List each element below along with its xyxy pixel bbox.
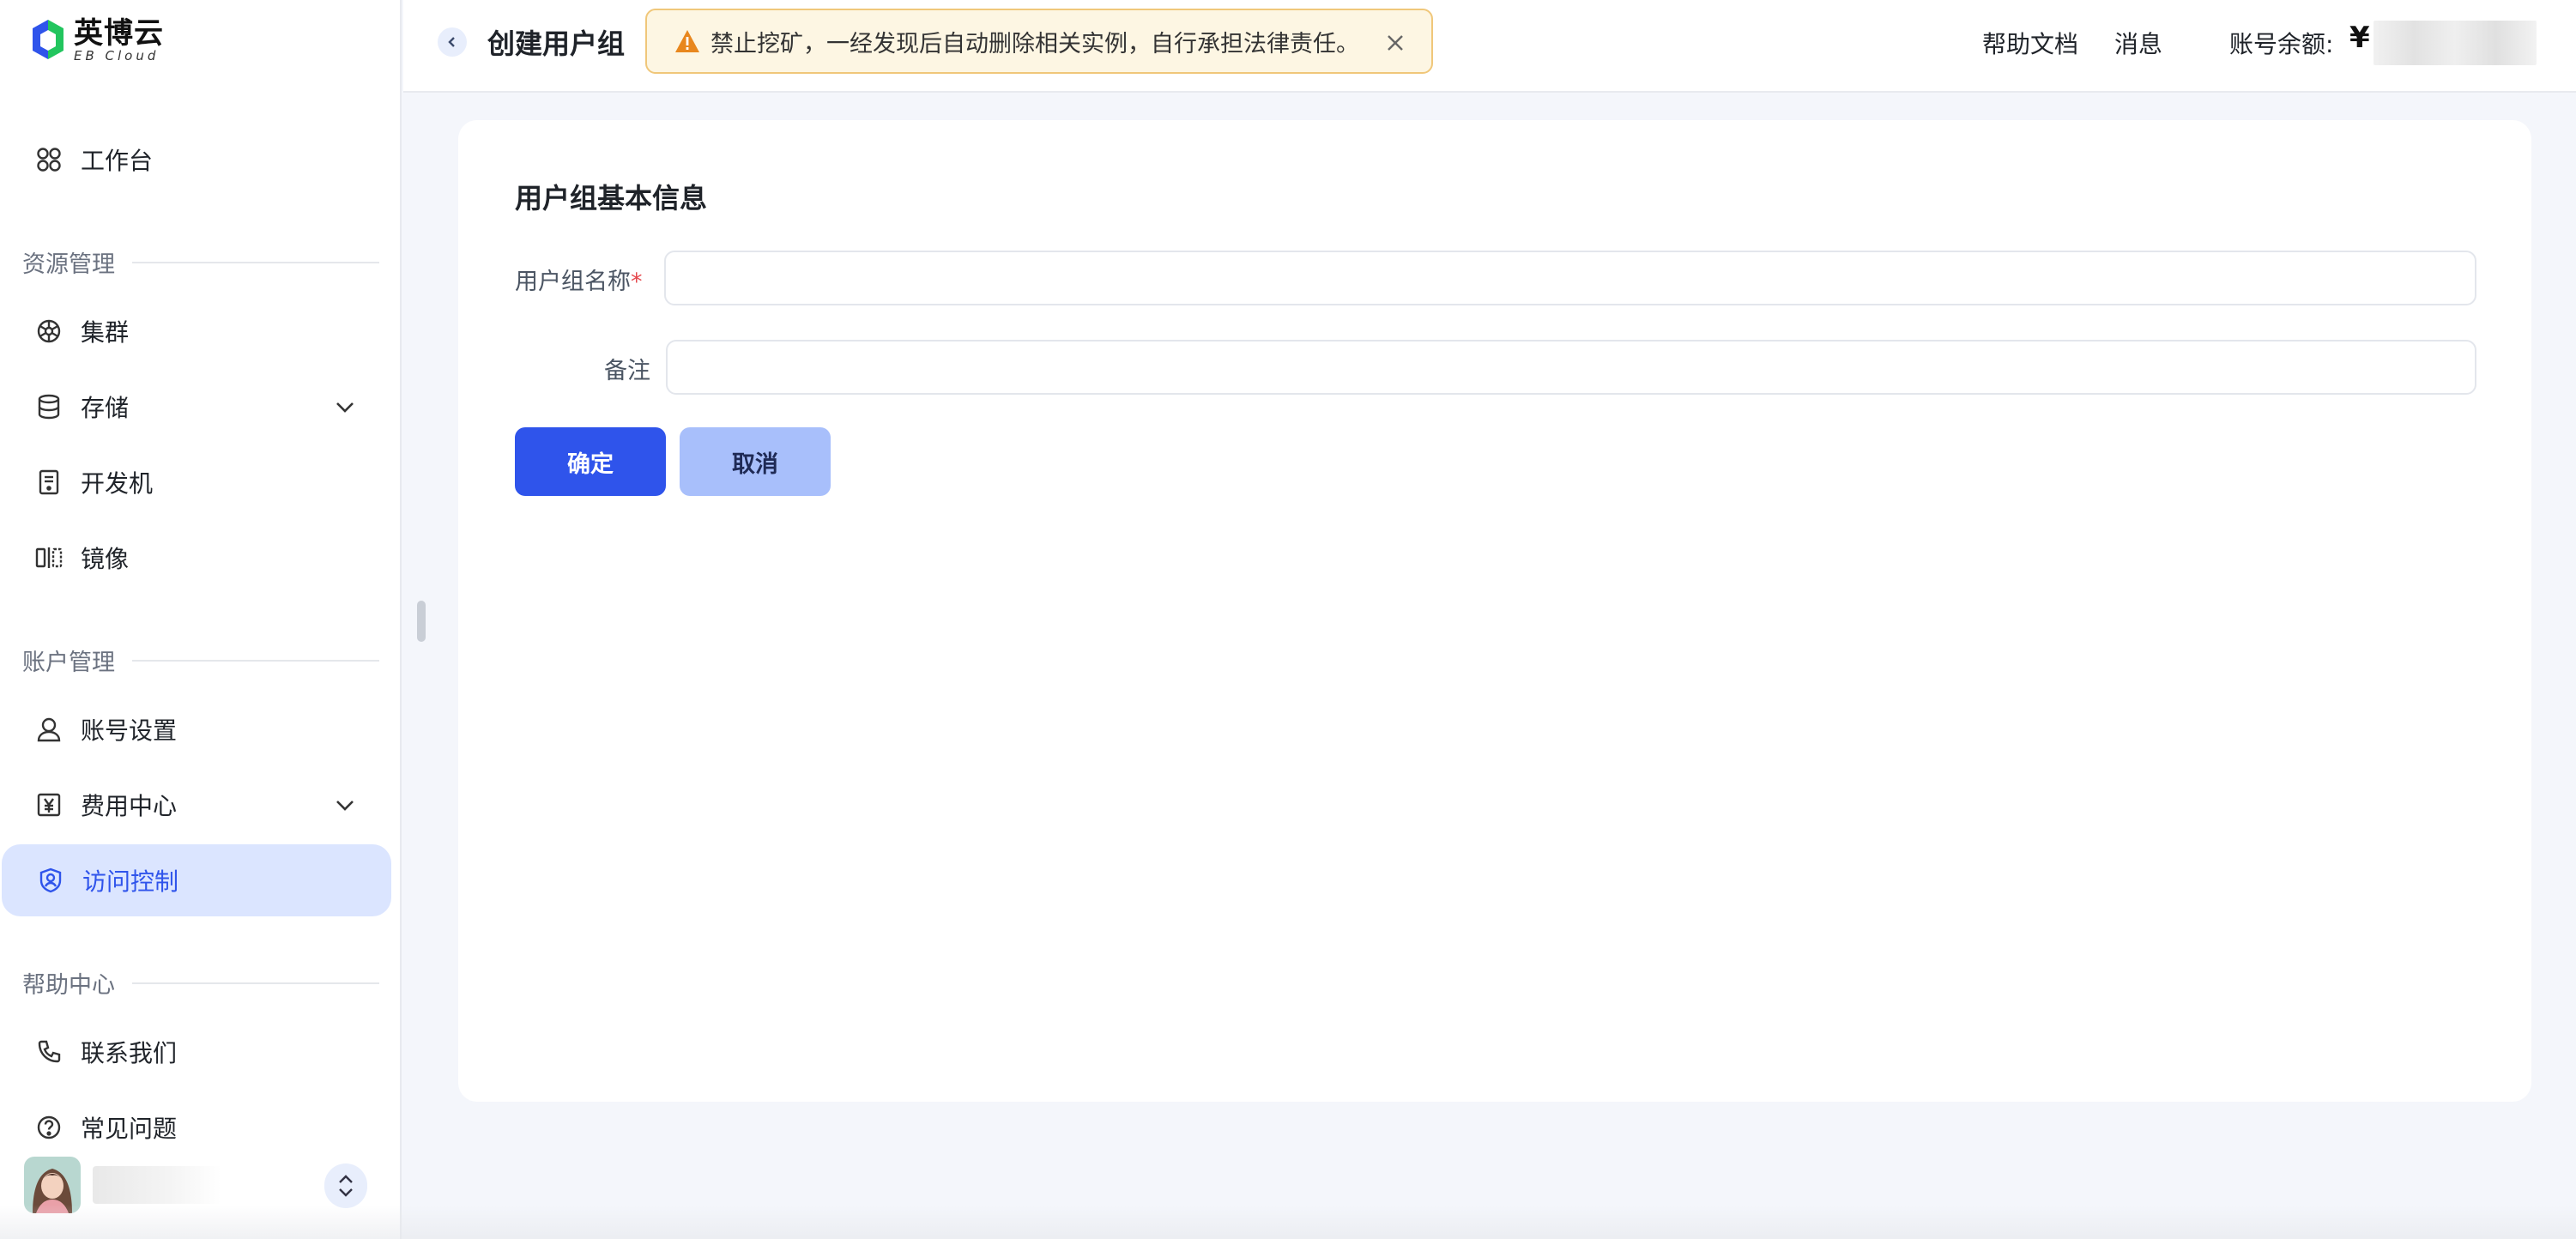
sidebar-item-label: 联系我们	[81, 1039, 178, 1067]
form-section-title: 用户组基本信息	[515, 182, 708, 215]
question-icon	[34, 1113, 63, 1142]
warning-banner: 禁止挖矿，一经发现后自动删除相关实例，自行承担法律责任。	[645, 9, 1433, 74]
sidebar-item-label: 工作台	[81, 147, 154, 175]
page-title: 创建用户组	[487, 27, 626, 60]
sidebar-item-account-settings[interactable]: 账号设置	[0, 693, 402, 765]
confirm-button[interactable]: 确定	[515, 427, 666, 496]
mirror-icon	[34, 543, 63, 572]
shield-user-icon	[36, 866, 65, 895]
sidebar-item-label: 镜像	[81, 545, 130, 573]
sidebar-item-contact[interactable]: 联系我们	[0, 1016, 402, 1088]
sidebar-item-access-control[interactable]: 访问控制	[2, 844, 391, 916]
section-title-resource: 资源管理	[22, 245, 379, 279]
top-header: 创建用户组 禁止挖矿，一经发现后自动删除相关实例，自行承担法律责任。 帮助文档 …	[403, 0, 2576, 93]
brand-name-en: EB Cloud	[74, 48, 160, 63]
sidebar-item-workbench[interactable]: 工作台	[0, 124, 402, 196]
back-button[interactable]	[438, 27, 467, 57]
workbench-icon	[34, 145, 63, 174]
sidebar-item-label: 存储	[81, 394, 130, 422]
section-title-help: 帮助中心	[22, 966, 379, 1000]
remark-label: 备注	[604, 358, 650, 384]
brand-name: 英博云	[74, 16, 164, 51]
sidebar-item-storage[interactable]: 存储	[0, 371, 402, 443]
dev-machine-icon	[34, 468, 63, 497]
sidebar-item-devmachine[interactable]: 开发机	[0, 446, 402, 518]
group-name-input[interactable]	[664, 251, 2476, 305]
cluster-icon	[34, 317, 63, 346]
username-redacted	[93, 1166, 221, 1204]
chevron-left-icon	[448, 37, 455, 47]
user-icon	[34, 715, 63, 744]
balance-currency: ¥	[2349, 21, 2370, 55]
logo-icon	[31, 18, 65, 61]
sidebar-item-label: 开发机	[81, 469, 154, 498]
warning-text: 禁止挖矿，一经发现后自动删除相关实例，自行承担法律责任。	[711, 30, 1359, 57]
remark-input[interactable]	[666, 340, 2476, 395]
sidebar-resize-handle[interactable]	[417, 601, 426, 642]
sidebar-item-image[interactable]: 镜像	[0, 522, 402, 594]
sidebar-item-label: 访问控制	[82, 867, 179, 896]
yuan-icon	[34, 790, 63, 819]
sidebar-item-label: 账号设置	[81, 716, 178, 745]
messages-link[interactable]: 消息	[2114, 26, 2162, 60]
create-group-form-card: 用户组基本信息 用户组名称* 备注 确定 取消	[458, 120, 2531, 1102]
sidebar-item-label: 费用中心	[81, 792, 178, 820]
sidebar-item-faq[interactable]: 常见问题	[0, 1091, 402, 1163]
chevron-up-down-icon	[339, 1175, 353, 1197]
account-switch-button[interactable]	[324, 1163, 367, 1208]
warning-icon	[675, 30, 699, 52]
balance-value-redacted	[2373, 21, 2537, 65]
chevron-down-icon[interactable]	[333, 793, 357, 817]
sidebar-item-billing[interactable]: 费用中心	[0, 769, 402, 841]
sidebar-item-label: 集群	[81, 318, 130, 347]
cancel-button[interactable]: 取消	[680, 427, 831, 496]
close-icon[interactable]	[1385, 33, 1406, 53]
sidebar-item-label: 常见问题	[81, 1115, 178, 1143]
brand-logo[interactable]: 英博云 EB Cloud	[31, 16, 164, 63]
required-mark: *	[631, 269, 643, 295]
bottom-fade	[0, 1205, 2576, 1239]
sidebar: 英博云 EB Cloud 工作台 资源管理 集群 存储 开发机 镜像 账户管理 …	[0, 0, 402, 1239]
section-title-account: 账户管理	[22, 644, 379, 677]
phone-icon	[34, 1037, 63, 1067]
sidebar-item-cluster[interactable]: 集群	[0, 295, 402, 367]
chevron-down-icon[interactable]	[333, 395, 357, 419]
help-docs-link[interactable]: 帮助文档	[1982, 26, 2078, 60]
group-name-label: 用户组名称*	[515, 269, 643, 295]
balance-label: 账号余额:	[2229, 30, 2334, 58]
database-icon	[34, 392, 63, 421]
